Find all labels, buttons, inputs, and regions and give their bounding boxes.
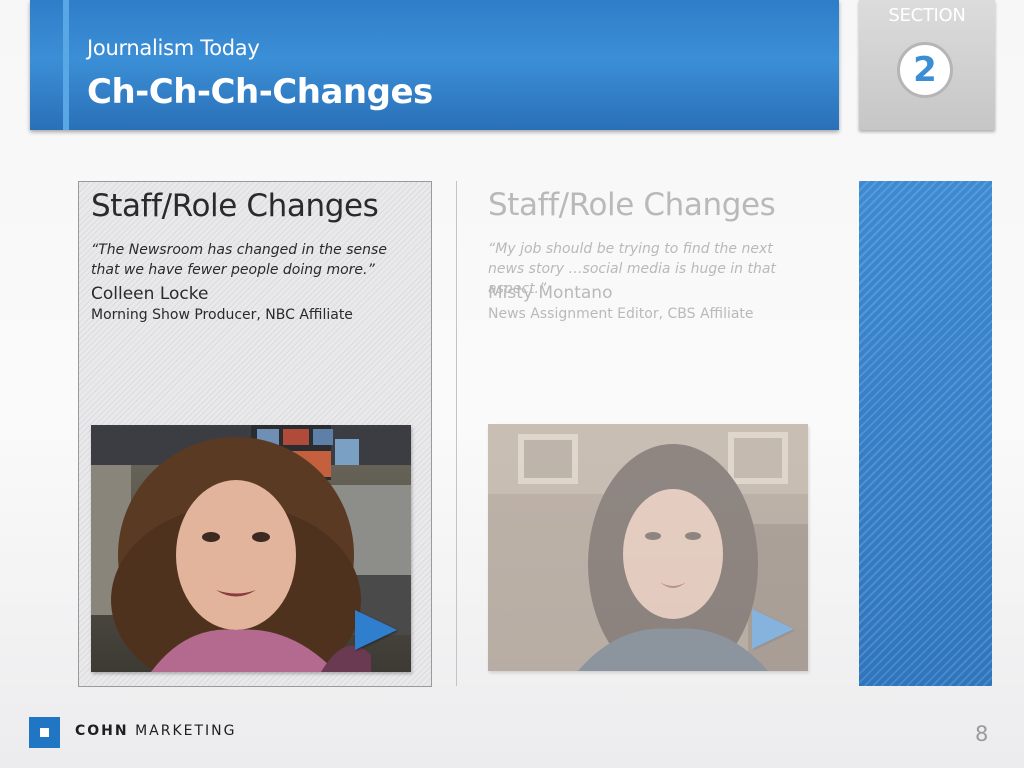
testimonial-card-colleen: Staff/Role Changes “The Newsroom has cha… (78, 181, 432, 687)
card-title: Staff/Role Changes (91, 188, 379, 224)
card-person-role: News Assignment Editor, CBS Affiliate (488, 306, 754, 322)
section-badge: SECTION 2 (859, 0, 995, 130)
panel-divider (456, 181, 457, 686)
brand-name-rest: MARKETING (135, 723, 237, 739)
decorative-blue-panel (859, 181, 992, 686)
video-thumbnail-misty[interactable] (488, 424, 808, 671)
header-banner: Journalism Today Ch-Ch-Ch-Changes (30, 0, 839, 130)
card-person-name: Misty Montano (488, 283, 613, 303)
section-label: SECTION (888, 5, 966, 26)
play-icon[interactable] (355, 610, 397, 650)
video-thumbnail-colleen[interactable] (91, 425, 411, 672)
card-quote: “The Newsroom has changed in the sense t… (91, 242, 387, 278)
card-person-role: Morning Show Producer, NBC Affiliate (91, 307, 353, 323)
testimonial-card-misty: Staff/Role Changes “My job should be try… (476, 181, 828, 685)
header-subtitle: Journalism Today (87, 36, 260, 60)
cohn-logo-icon (29, 717, 60, 748)
logo-square (40, 728, 49, 737)
card-person-name: Colleen Locke (91, 284, 209, 304)
page-title: Ch-Ch-Ch-Changes (87, 72, 433, 112)
page-number: 8 (975, 722, 989, 746)
card-title: Staff/Role Changes (488, 187, 776, 223)
section-number: 2 (897, 42, 953, 98)
header-accent-stripe (63, 0, 69, 130)
play-icon[interactable] (752, 609, 794, 649)
brand-name: COHN MARKETING (75, 723, 236, 739)
brand-name-bold: COHN (75, 723, 129, 739)
